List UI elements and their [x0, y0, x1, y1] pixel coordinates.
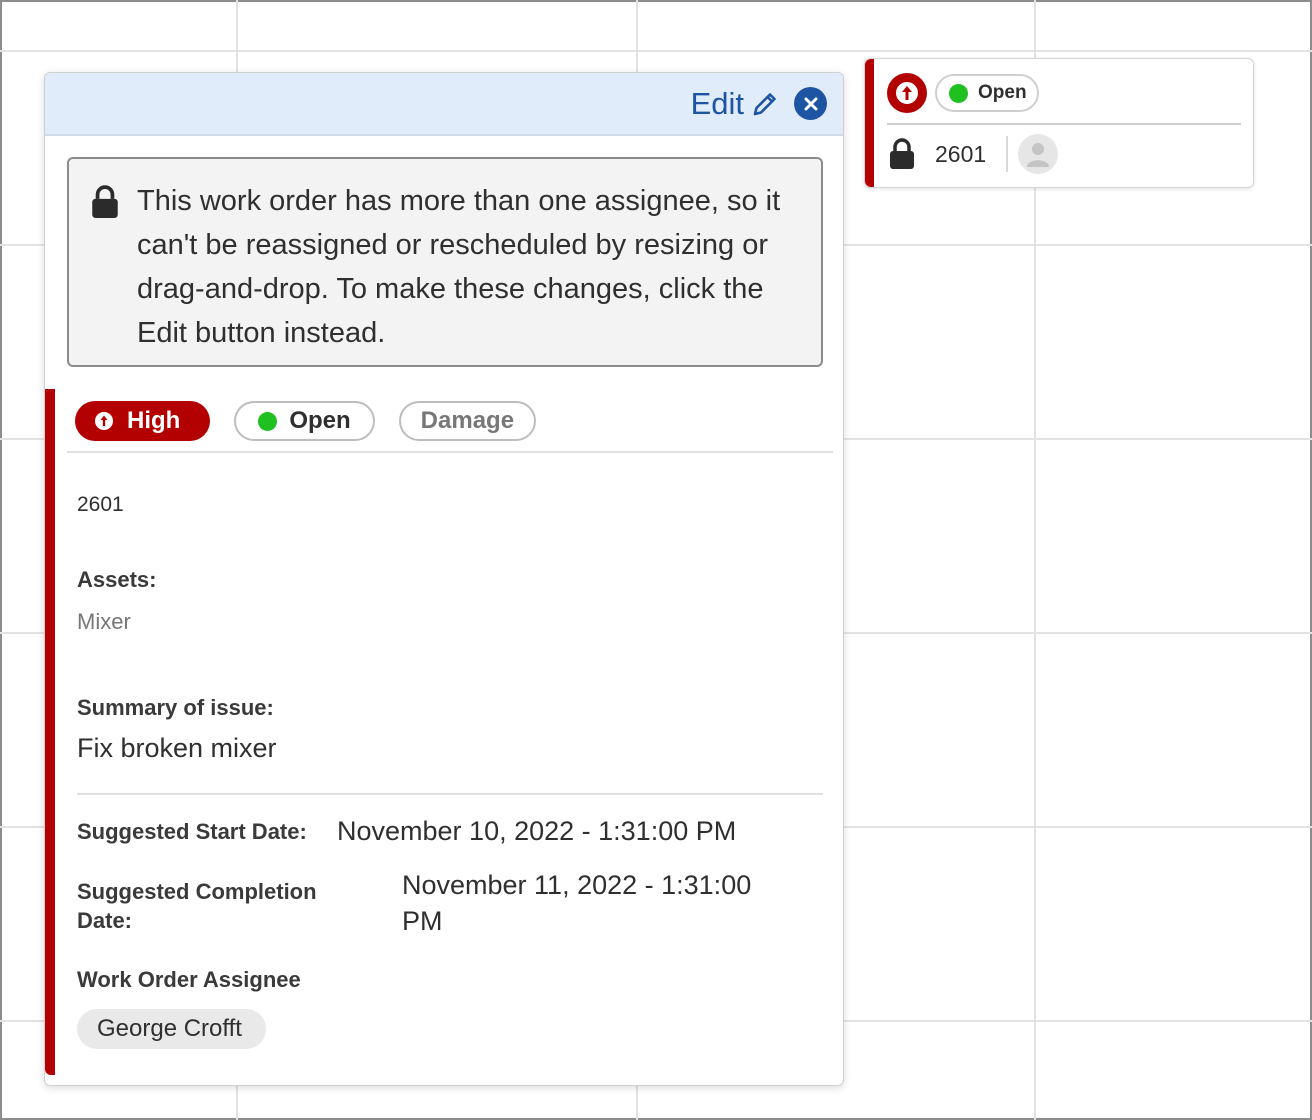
lock-icon — [890, 138, 914, 169]
close-button[interactable] — [794, 87, 827, 120]
avatar-placeholder-icon — [1018, 134, 1059, 174]
lock-icon — [92, 185, 118, 218]
status-dot-icon — [949, 83, 968, 103]
popup-header: Edit — [45, 73, 843, 136]
completion-date-value-line: PM — [402, 906, 443, 936]
close-icon — [804, 97, 817, 110]
work-order-popup: Edit This work order has more than one a… — [44, 72, 844, 1086]
completion-date-label: Suggested Completion Date: — [77, 877, 317, 935]
edit-button[interactable]: Edit — [691, 86, 780, 122]
status-badge: Open — [935, 74, 1039, 112]
completion-date-label-line: Suggested Completion — [77, 879, 317, 904]
completion-date-value-line: November 11, 2022 - 1:31:00 — [402, 870, 752, 900]
status-label: Open — [289, 407, 351, 434]
status-badge: Open — [234, 401, 375, 441]
start-date-label: Suggested Start Date: — [77, 819, 307, 844]
multi-assignee-notice: This work order has more than one assign… — [67, 157, 823, 367]
divider — [887, 123, 1241, 125]
priority-badge: High — [75, 401, 211, 441]
priority-accent-bar — [45, 389, 55, 1075]
edit-label: Edit — [690, 85, 744, 121]
summary-value: Fix broken mixer — [77, 733, 277, 763]
notice-text: This work order has more than one assign… — [137, 185, 781, 349]
assets-label: Assets: — [77, 567, 157, 592]
assignee-chip: George Crofft — [77, 1009, 266, 1049]
status-dot-icon — [258, 411, 278, 431]
pencil-icon — [753, 92, 776, 115]
start-date-value: November 10, 2022 - 1:31:00 PM — [337, 816, 737, 846]
priority-accent-bar — [865, 59, 874, 187]
category-badge: Damage — [398, 401, 537, 441]
completion-date-label-line: Date: — [77, 908, 133, 933]
status-label: Open — [978, 82, 1027, 103]
calendar-event-card[interactable]: Open 2601 — [864, 58, 1254, 188]
summary-label: Summary of issue: — [77, 695, 274, 720]
work-order-id: 2601 — [935, 140, 987, 167]
grid-line — [0, 50, 1312, 52]
assignee-label: Work Order Assignee — [77, 967, 301, 992]
divider — [67, 451, 833, 453]
work-order-id: 2601 — [77, 493, 124, 516]
priority-up-icon — [95, 412, 113, 430]
priority-label: High — [127, 407, 181, 434]
divider — [1006, 136, 1009, 172]
divider — [77, 793, 823, 795]
completion-date-value: November 11, 2022 - 1:31:00 PM — [402, 867, 751, 939]
assets-value: Mixer — [77, 609, 131, 634]
priority-up-icon — [887, 73, 927, 113]
category-label: Damage — [420, 407, 515, 434]
